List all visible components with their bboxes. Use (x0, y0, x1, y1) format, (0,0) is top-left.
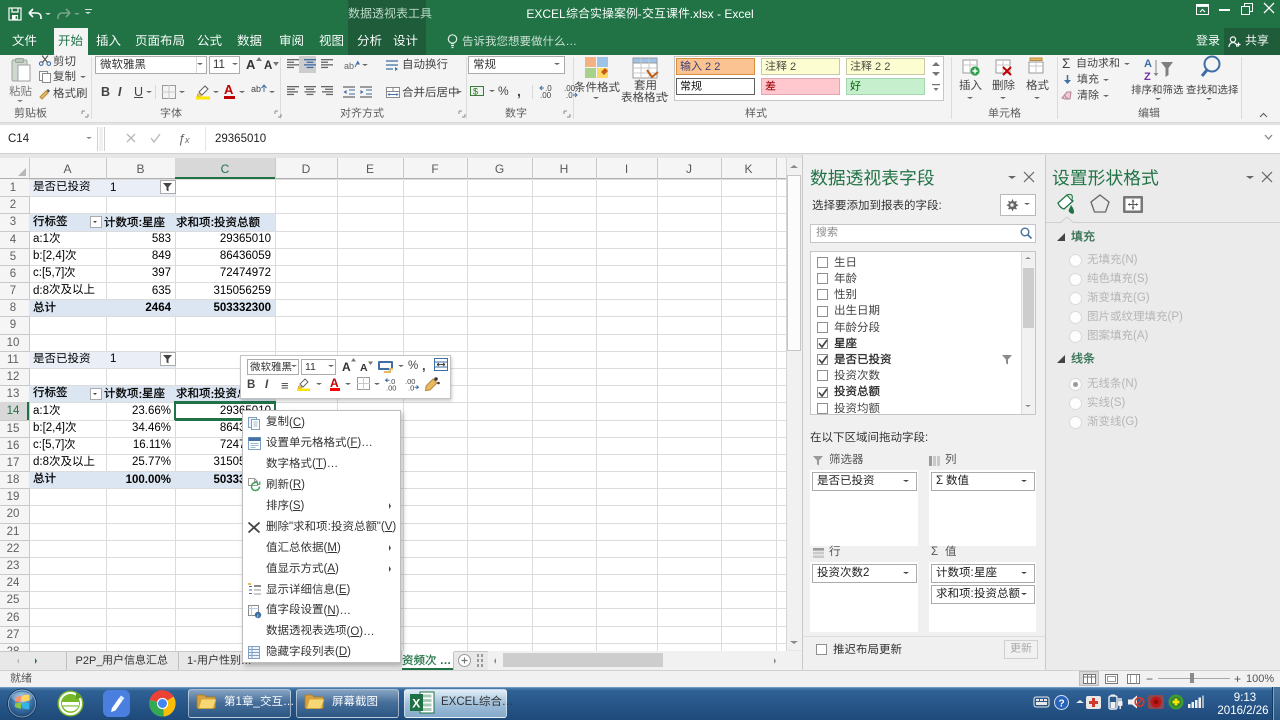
svg-text:?: ? (1059, 699, 1065, 710)
svg-text:X: X (412, 697, 420, 711)
svg-text:ab: ab (344, 61, 354, 71)
svg-text:ab: ab (251, 84, 261, 94)
svg-text:A: A (1144, 58, 1152, 70)
svg-text:Z: Z (1144, 71, 1151, 83)
svg-text:$: $ (473, 87, 478, 97)
svg-text:.00: .00 (540, 91, 552, 100)
svg-text:.0: .0 (408, 384, 414, 393)
svg-text:.00: .00 (386, 384, 396, 393)
